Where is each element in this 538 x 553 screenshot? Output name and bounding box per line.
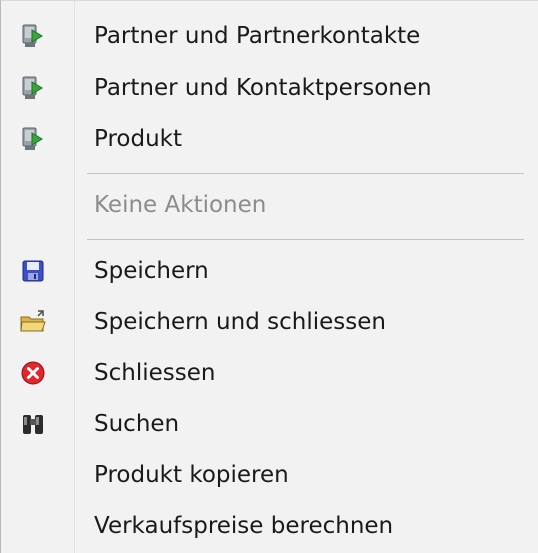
menu-item-produkt[interactable]: Produkt [1,115,531,163]
menu-item-label: Suchen [94,411,180,437]
menu-item-label: Partner und Kontaktpersonen [94,75,432,101]
menu-separator [87,173,524,174]
menu-item-schliessen[interactable]: Schliessen [1,349,531,397]
menu-item-label: Verkaufspreise berechnen [94,513,394,539]
green-arrow-document-icon [18,21,48,51]
menu-item-produkt-kopieren[interactable]: Produkt kopieren [1,451,531,499]
menu-item-suchen[interactable]: Suchen [1,400,531,448]
binoculars-icon [18,409,48,439]
menu-item-speichern-und-schliessen[interactable]: Speichern und schliessen [1,298,531,346]
green-arrow-document-icon [18,124,48,154]
menu-item-keine-aktionen: Keine Aktionen [1,181,531,229]
menu-item-label: Keine Aktionen [94,192,267,218]
menu-item-verkaufspreise-berechnen[interactable]: Verkaufspreise berechnen [1,502,531,550]
menu-item-label: Produkt kopieren [94,462,289,488]
menu-item-label: Produkt [94,126,183,152]
red-close-icon [18,358,48,388]
green-arrow-document-icon [18,73,48,103]
floppy-disk-icon [18,256,48,286]
menu-item-label: Speichern [94,258,209,284]
menu-item-partner-und-partnerkontakte[interactable]: Partner und Partnerkontakte [1,12,531,60]
open-folder-icon [18,307,48,337]
menu-item-label: Partner und Partnerkontakte [94,23,421,49]
menu-item-partner-und-kontaktpersonen[interactable]: Partner und Kontaktpersonen [1,64,531,112]
context-menu: Partner und Partnerkontakte Partner und … [0,0,538,553]
menu-item-label: Schliessen [94,360,216,386]
menu-item-label: Speichern und schliessen [94,309,386,335]
menu-item-speichern[interactable]: Speichern [1,247,531,295]
menu-separator [87,239,524,240]
